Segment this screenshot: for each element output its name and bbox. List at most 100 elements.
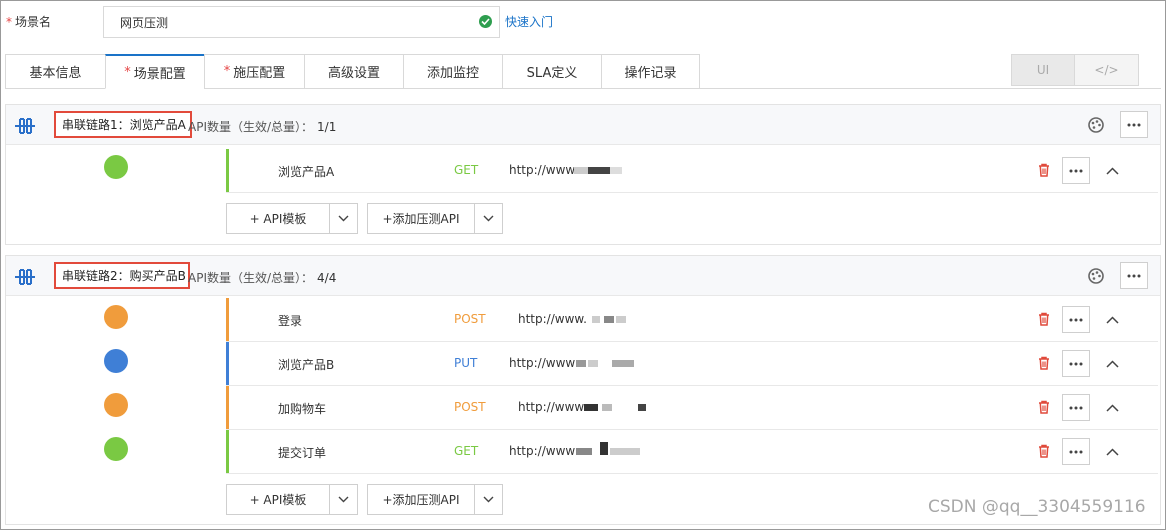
api-more-button[interactable] xyxy=(1062,350,1090,377)
chevron-up-icon[interactable] xyxy=(1106,445,1119,459)
redacted-url xyxy=(588,167,610,174)
redacted-url xyxy=(576,448,592,455)
more-options-button[interactable] xyxy=(1120,262,1148,289)
mode-toggle: UI </> xyxy=(1011,54,1139,86)
add-api-button[interactable]: +添加压测API xyxy=(367,484,475,515)
redacted-url xyxy=(610,167,622,174)
redacted-url xyxy=(610,448,640,455)
api-count: API数量（生效/总量）： 1/1 xyxy=(188,120,337,134)
api-row[interactable]: 加购物车 POST http://www xyxy=(226,386,1158,430)
code-mode-button[interactable]: </> xyxy=(1075,54,1139,86)
chain-link-icon xyxy=(14,117,36,138)
api-count: API数量（生效/总量）： 4/4 xyxy=(188,271,337,285)
api-row-marker xyxy=(226,149,229,192)
delete-icon[interactable] xyxy=(1038,163,1050,180)
chain-header-2: 串联链路2：购买产品B API数量（生效/总量）： 4/4 xyxy=(6,256,1160,296)
tab-scene-config[interactable]: * 场景配置 xyxy=(105,54,204,89)
api-row-marker xyxy=(226,430,229,473)
api-status-dot xyxy=(104,437,128,461)
api-row[interactable]: 浏览产品A GET http://www xyxy=(226,149,1158,193)
chain-link-icon xyxy=(14,268,36,289)
delete-icon[interactable] xyxy=(1038,444,1050,461)
config-tabs: 基本信息 * 场景配置 * 施压配置 高级设置 添加监控 SLA定义 操作记录 xyxy=(5,54,700,89)
chevron-up-icon[interactable] xyxy=(1106,313,1119,327)
api-row-marker xyxy=(226,298,229,341)
api-method: PUT xyxy=(454,356,478,370)
tab-sla-definition[interactable]: SLA定义 xyxy=(502,54,601,89)
redacted-url xyxy=(600,442,608,455)
redacted-url xyxy=(604,316,614,323)
add-api-split-button: +添加压测API xyxy=(367,203,503,234)
api-name: 浏览产品B xyxy=(278,358,335,372)
delete-icon[interactable] xyxy=(1038,400,1050,417)
redacted-url xyxy=(612,360,634,367)
api-method: GET xyxy=(454,163,479,177)
scene-name-input[interactable] xyxy=(104,7,464,37)
tab-operation-log[interactable]: 操作记录 xyxy=(601,54,700,89)
api-method: GET xyxy=(454,444,479,458)
redacted-url xyxy=(576,360,586,367)
tab-add-monitor[interactable]: 添加监控 xyxy=(403,54,502,89)
ui-mode-button[interactable]: UI xyxy=(1011,54,1075,86)
api-url: http://www xyxy=(509,163,576,177)
delete-icon[interactable] xyxy=(1038,312,1050,329)
api-row-marker xyxy=(226,386,229,429)
api-url: http://www xyxy=(509,356,576,370)
api-row[interactable]: 提交订单 GET http://www xyxy=(226,430,1158,474)
palette-icon[interactable] xyxy=(1088,117,1104,136)
api-status-dot xyxy=(104,349,128,373)
api-name: 加购物车 xyxy=(278,402,327,416)
api-status-dot xyxy=(104,155,128,179)
chevron-down-icon xyxy=(483,215,494,222)
api-name: 登录 xyxy=(278,314,303,328)
api-template-split-button: + API模板 xyxy=(226,484,358,515)
api-template-split-button: + API模板 xyxy=(226,203,358,234)
chevron-down-icon xyxy=(338,496,349,503)
api-url: http://www xyxy=(509,444,576,458)
tab-basic-info[interactable]: 基本信息 xyxy=(5,54,105,89)
tab-advanced-settings[interactable]: 高级设置 xyxy=(304,54,403,89)
api-url: http://www. xyxy=(518,312,587,326)
chevron-up-icon[interactable] xyxy=(1106,164,1119,178)
add-api-dropdown[interactable] xyxy=(475,484,503,515)
chevron-up-icon[interactable] xyxy=(1106,401,1119,415)
chevron-down-icon xyxy=(483,496,494,503)
tab-pressure-config[interactable]: * 施压配置 xyxy=(204,54,304,89)
api-name: 浏览产品A xyxy=(278,165,335,179)
chain-name-field[interactable]: 串联链路1：浏览产品A xyxy=(54,111,192,138)
scene-name-label: * 场景名 xyxy=(6,15,52,29)
redacted-url xyxy=(638,404,646,411)
watermark: CSDN @qq__3304559116 xyxy=(928,497,1146,517)
redacted-url xyxy=(592,316,600,323)
api-more-button[interactable] xyxy=(1062,306,1090,333)
api-template-dropdown[interactable] xyxy=(330,203,358,234)
add-api-dropdown[interactable] xyxy=(475,203,503,234)
delete-icon[interactable] xyxy=(1038,356,1050,373)
more-options-button[interactable] xyxy=(1120,111,1148,138)
api-template-button[interactable]: + API模板 xyxy=(226,203,330,234)
api-row-marker xyxy=(226,342,229,385)
redacted-url xyxy=(602,404,612,411)
api-method: POST xyxy=(454,312,486,326)
api-row[interactable]: 登录 POST http://www. xyxy=(226,298,1158,342)
api-row[interactable]: 浏览产品B PUT http://www xyxy=(226,342,1158,386)
redacted-url xyxy=(584,404,598,411)
api-more-button[interactable] xyxy=(1062,438,1090,465)
quickstart-link[interactable]: 快速入门 xyxy=(505,13,553,30)
chevron-down-icon xyxy=(338,215,349,222)
api-template-dropdown[interactable] xyxy=(330,484,358,515)
add-api-split-button: +添加压测API xyxy=(367,484,503,515)
api-status-dot xyxy=(104,393,128,417)
palette-icon[interactable] xyxy=(1088,268,1104,287)
chain-header-1: 串联链路1：浏览产品A API数量（生效/总量）： 1/1 xyxy=(6,105,1160,145)
api-more-button[interactable] xyxy=(1062,157,1090,184)
scene-name-field[interactable] xyxy=(103,6,500,38)
api-status-dot xyxy=(104,305,128,329)
chevron-up-icon[interactable] xyxy=(1106,357,1119,371)
api-more-button[interactable] xyxy=(1062,394,1090,421)
chain-panel-1: 串联链路1：浏览产品A API数量（生效/总量）： 1/1 浏览产品A GET h… xyxy=(5,104,1161,245)
api-template-button[interactable]: + API模板 xyxy=(226,484,330,515)
chain-name-field[interactable]: 串联链路2：购买产品B xyxy=(54,262,190,289)
add-api-button[interactable]: +添加压测API xyxy=(367,203,475,234)
api-name: 提交订单 xyxy=(278,446,327,460)
